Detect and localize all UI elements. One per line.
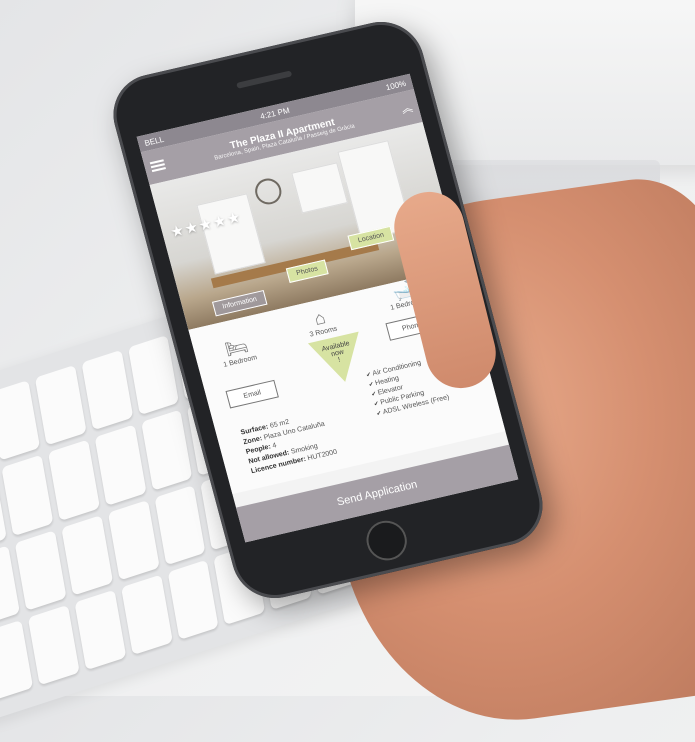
battery-label: 100%: [384, 78, 408, 92]
collapse-chevron-icon[interactable]: ︽: [400, 99, 415, 117]
key: [127, 334, 180, 416]
key: [34, 364, 87, 446]
key: [153, 484, 206, 566]
key: [27, 604, 80, 686]
key: [107, 499, 160, 581]
key: [120, 574, 173, 656]
key: [167, 559, 219, 641]
key: [60, 514, 113, 596]
key: [81, 349, 133, 431]
key: [74, 589, 126, 671]
chandelier: [252, 175, 285, 207]
key: [1, 454, 54, 536]
key: [0, 619, 33, 701]
kitchen-cabinet: [196, 193, 266, 275]
property-facts: Surface: 65 m2 Zone: Plaza Uno Cataluña …: [240, 409, 339, 477]
key: [47, 439, 100, 521]
phone-speaker: [236, 70, 293, 89]
bedroom-amenity: 🛏 1 Bedroom: [205, 331, 271, 372]
key: [94, 424, 147, 506]
key: [0, 380, 40, 461]
key: [140, 409, 193, 491]
people-value: 4: [271, 442, 278, 450]
key: [14, 529, 67, 611]
email-button[interactable]: Email: [225, 379, 279, 409]
kitchen-cabinet: [291, 162, 348, 214]
hamburger-menu-icon[interactable]: [149, 159, 166, 173]
home-button[interactable]: [361, 516, 412, 565]
carrier-label: BELL: [143, 134, 165, 148]
